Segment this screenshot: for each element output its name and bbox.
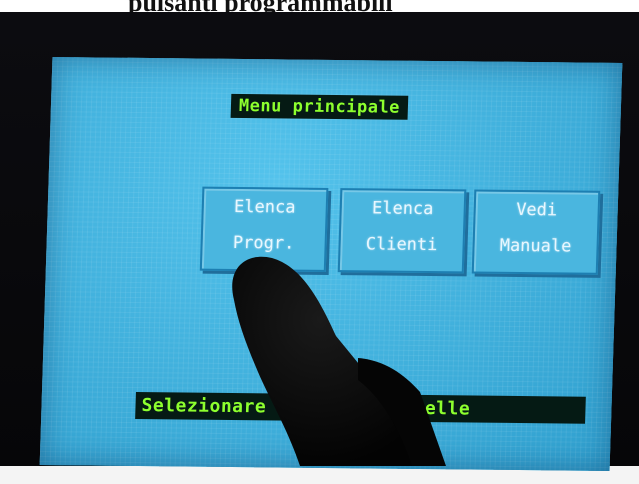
- button-label-line1: Elenca: [371, 198, 434, 220]
- view-manual-button[interactable]: Vedi Manuale: [471, 189, 601, 275]
- button-label-line2: Manuale: [499, 235, 572, 257]
- menu-title: Menu principale: [230, 93, 409, 120]
- button-label-line1: Elenca: [233, 196, 296, 218]
- button-label-line2: Progr.: [232, 232, 295, 254]
- button-label-line1: Vedi: [515, 199, 558, 221]
- button-label-line2: Clienti: [365, 234, 438, 256]
- touch-screen: Menu principale Elenca Progr. Elenca Cli…: [39, 57, 623, 471]
- status-message: Selezionare una delle caselle: [135, 391, 586, 424]
- list-clients-button[interactable]: Elenca Clienti: [337, 188, 467, 274]
- list-programs-button[interactable]: Elenca Progr.: [199, 186, 329, 272]
